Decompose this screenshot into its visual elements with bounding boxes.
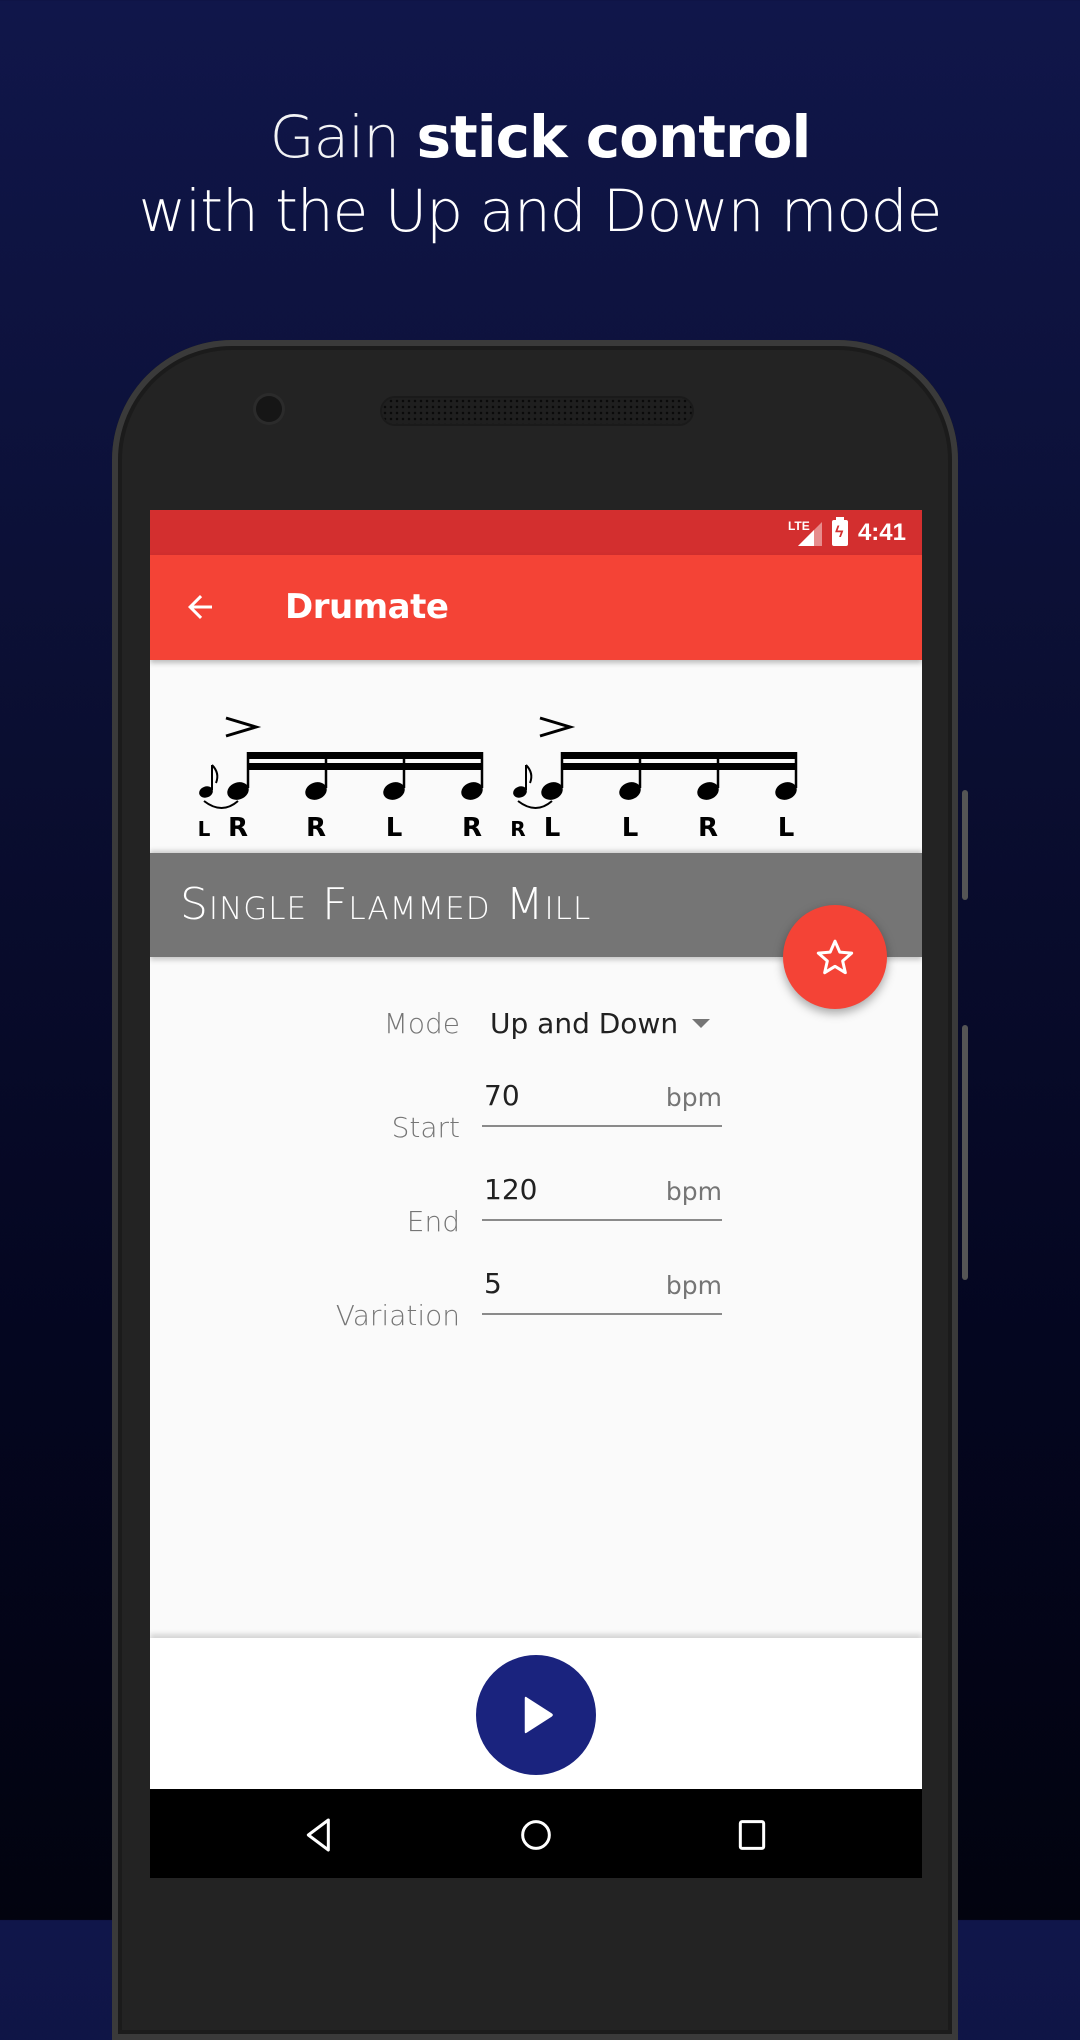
end-bpm-input[interactable]: 120 bpm: [482, 1171, 722, 1221]
flam-slur: [517, 800, 553, 809]
arrow-back-icon: [188, 595, 212, 619]
lte-signal-icon: LTE: [788, 520, 822, 546]
front-camera: [256, 396, 282, 422]
beam-primary: [247, 752, 481, 759]
sticking-label: R: [462, 813, 482, 843]
variation-bpm-input[interactable]: 5 bpm: [482, 1265, 722, 1315]
play-button[interactable]: [476, 1655, 596, 1775]
accent-mark: [539, 716, 576, 738]
beam-secondary: [247, 763, 481, 770]
end-row: End 120 bpm: [150, 1171, 922, 1238]
grace-sticking-label: L: [198, 817, 211, 841]
star-outline-icon: [816, 939, 854, 975]
notation-staff: LRRLRRLLRL: [198, 716, 798, 843]
variation-label: Variation: [335, 1299, 460, 1332]
promo-headline: Gain stick control with the Up and Down …: [0, 100, 1080, 248]
sticking-label: R: [306, 813, 326, 843]
headline-line-2: with the Up and Down mode: [138, 177, 943, 245]
start-row: Start 70 bpm: [150, 1077, 922, 1144]
mode-value: Up and Down: [490, 1007, 679, 1040]
status-time: 4:41: [857, 518, 906, 546]
sticking-label: R: [228, 813, 248, 843]
phone-volume-button: [962, 1025, 968, 1280]
back-button[interactable]: [170, 577, 230, 637]
earpiece-speaker: [382, 398, 692, 424]
nav-home-icon: [521, 1820, 551, 1850]
grace-sticking-label: R: [510, 817, 525, 841]
nav-home-button[interactable]: [506, 1805, 566, 1865]
rudiment-title: Single Flammed Mill: [180, 879, 592, 930]
app-screen: LTE ϟ 4:41 Drumate LRRLRRLLRL Single Fla…: [150, 510, 922, 1878]
beam-secondary: [561, 763, 795, 770]
accent-mark: [225, 716, 262, 738]
beam-primary: [561, 752, 795, 759]
sticking-label: R: [698, 813, 718, 843]
dropdown-arrow-icon: [692, 1019, 711, 1028]
sticking-label: L: [622, 813, 639, 843]
battery-charging-icon: ϟ: [831, 516, 848, 546]
favorite-button[interactable]: [783, 905, 887, 1009]
app-toolbar: Drumate: [150, 555, 922, 660]
nav-recents-button[interactable]: [722, 1805, 782, 1865]
nav-recents-icon: [738, 1820, 766, 1850]
sticking-label: L: [778, 813, 795, 843]
system-nav-bar: [150, 1789, 922, 1878]
phone-power-button: [962, 790, 968, 900]
end-label: End: [406, 1205, 460, 1238]
headline-line-1: Gain stick control: [269, 103, 812, 171]
rudiment-notation: LRRLRRLLRL: [150, 660, 922, 853]
nav-back-button[interactable]: [290, 1805, 350, 1865]
nav-back-icon: [306, 1818, 330, 1852]
play-icon: [524, 1696, 553, 1734]
start-bpm-input[interactable]: 70 bpm: [482, 1077, 722, 1127]
mode-row: Mode Up and Down: [150, 1007, 922, 1067]
flam-slur: [203, 800, 239, 809]
mode-label: Mode: [383, 1007, 460, 1040]
app-title: Drumate: [285, 587, 449, 627]
status-bar: LTE ϟ 4:41: [150, 510, 922, 555]
mode-dropdown[interactable]: Up and Down: [490, 1007, 711, 1040]
start-label: Start: [391, 1111, 460, 1144]
sticking-label: L: [544, 813, 561, 843]
variation-row: Variation 5 bpm: [150, 1265, 922, 1332]
sticking-label: L: [386, 813, 403, 843]
player-panel: [150, 1638, 922, 1789]
